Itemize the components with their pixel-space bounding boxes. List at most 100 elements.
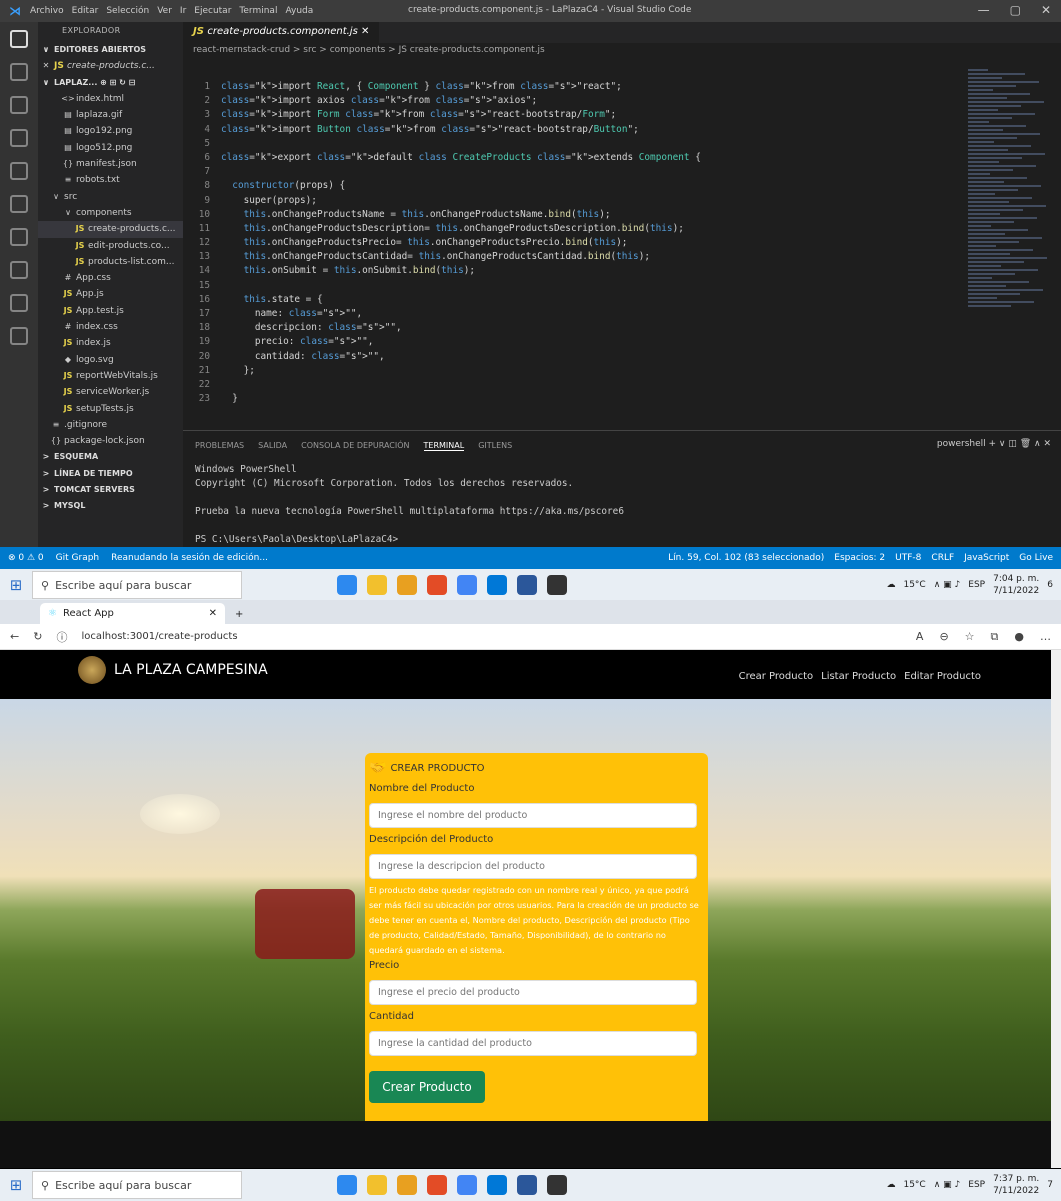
status-item[interactable]: UTF-8: [895, 553, 921, 563]
sidebar-section-mysql[interactable]: > MYSQL: [38, 498, 183, 514]
terminal-taskbar-icon[interactable]: [547, 1175, 567, 1195]
code-line[interactable]: 7: [183, 165, 958, 179]
vscode-taskbar-icon[interactable]: [487, 1175, 507, 1195]
file-tree-item[interactable]: ∨ components: [38, 205, 183, 221]
terminal-output[interactable]: Windows PowerShell Copyright (C) Microso…: [183, 461, 1061, 549]
file-tree-item[interactable]: JS reportWebVitals.js: [38, 368, 183, 384]
terminal-selector[interactable]: powershell + ∨ ◫ 🗑 ∧ ✕: [937, 439, 1051, 449]
sidebar-section-línea-de-tiempo[interactable]: > LÍNEA DE TIEMPO: [38, 466, 183, 482]
run-debug-icon[interactable]: [10, 129, 28, 147]
page-scrollbar[interactable]: [1051, 650, 1061, 1168]
panel-tab-terminal[interactable]: TERMINAL: [423, 441, 465, 451]
zoom-icon[interactable]: ⊖: [939, 630, 948, 644]
tray-icons[interactable]: ∧ ▣ ♪: [934, 1180, 961, 1190]
nav-link-crear-producto[interactable]: Crear Producto: [739, 671, 814, 682]
file-tree-item[interactable]: # index.css: [38, 319, 183, 335]
remote-explorer-icon[interactable]: [10, 195, 28, 213]
file-tree-item[interactable]: JS serviceWorker.js: [38, 384, 183, 400]
collections-icon[interactable]: ⧉: [991, 630, 999, 644]
favorite-icon[interactable]: ☆: [965, 630, 975, 644]
weather-icon[interactable]: ☁: [886, 580, 895, 590]
minimize-icon[interactable]: —: [978, 3, 990, 17]
product-description-input[interactable]: [369, 854, 697, 879]
code-line[interactable]: 18 descripcion: class="s">"",: [183, 321, 958, 335]
code-line[interactable]: 13 this.onChangeProductsCantidad= this.o…: [183, 250, 958, 264]
edge-icon[interactable]: [337, 1175, 357, 1195]
menu-item-terminal[interactable]: Terminal: [239, 6, 277, 16]
file-tree-item[interactable]: <>index.html: [38, 91, 183, 107]
file-tree-item[interactable]: ▤ laplaza.gif: [38, 107, 183, 123]
address-bar[interactable]: localhost:3001/create-products: [81, 631, 237, 642]
code-line[interactable]: 6 class="k">export class="k">default clas…: [183, 151, 958, 165]
panel-tab-salida[interactable]: SALIDA: [258, 441, 287, 451]
weather-icon[interactable]: ☁: [886, 1180, 895, 1190]
menu-item-selección[interactable]: Selección: [106, 6, 149, 16]
back-icon[interactable]: ←: [10, 630, 19, 643]
file-explorer-icon[interactable]: [367, 1175, 387, 1195]
file-tree-item[interactable]: ∨ src: [38, 189, 183, 205]
menu-item-ver[interactable]: Ver: [157, 6, 172, 16]
file-tree-item[interactable]: {} package-lock.json: [38, 433, 183, 449]
windows-start-icon[interactable]: ⊞: [0, 576, 32, 594]
file-explorer-icon[interactable]: [367, 575, 387, 595]
tab-create-products[interactable]: JS create-products.component.js ✕: [183, 22, 380, 43]
product-price-input[interactable]: [369, 980, 697, 1005]
read-aloud-icon[interactable]: A: [916, 630, 924, 644]
file-tree-item[interactable]: ≡ .gitignore: [38, 417, 183, 433]
clock[interactable]: 7:37 p. m. 7/11/2022: [993, 1173, 1039, 1197]
menu-item-ir[interactable]: Ir: [180, 6, 186, 16]
code-line[interactable]: 23 }: [183, 392, 958, 406]
word-icon[interactable]: [517, 575, 537, 595]
windows-start-icon[interactable]: ⊞: [0, 1176, 32, 1194]
code-line[interactable]: 14 this.onSubmit = this.onSubmit.bind(th…: [183, 264, 958, 278]
menu-item-ejecutar[interactable]: Ejecutar: [194, 6, 231, 16]
taskbar-search-input[interactable]: ⚲ Escribe aquí para buscar: [32, 571, 242, 599]
code-line[interactable]: 2 class="k">import axios class="k">from c…: [183, 94, 958, 108]
folder-icon[interactable]: [10, 327, 28, 345]
code-line[interactable]: 10 this.onChangeProductsName = this.onCh…: [183, 208, 958, 222]
explorer-icon[interactable]: [10, 30, 28, 48]
code-line[interactable]: 1 class="k">import React, { Component } c…: [183, 80, 958, 94]
taskbar-search-input[interactable]: ⚲ Escribe aquí para buscar: [32, 1171, 242, 1199]
nav-link-editar-producto[interactable]: Editar Producto: [904, 671, 981, 682]
sidebar-section-tomcat-servers[interactable]: > TOMCAT SERVERS: [38, 482, 183, 498]
code-line[interactable]: 19 precio: class="s">"",: [183, 335, 958, 349]
code-line[interactable]: 11 this.onChangeProductsDescription= thi…: [183, 222, 958, 236]
file-tree-item[interactable]: JS setupTests.js: [38, 401, 183, 417]
chrome-icon[interactable]: [457, 1175, 477, 1195]
file-tree-item[interactable]: ◆ logo.svg: [38, 352, 183, 368]
status-item[interactable]: ⊗ 0 ⚠ 0: [8, 553, 44, 563]
info-icon[interactable]: ⓘ: [56, 629, 67, 645]
store-icon[interactable]: [397, 575, 417, 595]
code-line[interactable]: 12 this.onChangeProductsPrecio= this.onC…: [183, 236, 958, 250]
panel-tab-gitlens[interactable]: GITLENS: [478, 441, 512, 451]
status-item[interactable]: Git Graph: [56, 553, 99, 563]
menu-item-archivo[interactable]: Archivo: [30, 6, 64, 16]
panel-tab-problemas[interactable]: PROBLEMAS: [195, 441, 244, 451]
create-product-button[interactable]: Crear Producto: [369, 1071, 485, 1103]
file-tree-item[interactable]: JS index.js: [38, 335, 183, 351]
reload-icon[interactable]: ↻: [33, 630, 42, 643]
file-tree-item[interactable]: ≡ robots.txt: [38, 172, 183, 188]
file-tree-item[interactable]: JS products-list.com...: [38, 254, 183, 270]
clock[interactable]: 7:04 p. m. 7/11/2022: [993, 573, 1039, 597]
tray-icons[interactable]: ∧ ▣ ♪: [934, 580, 961, 590]
terminal-taskbar-icon[interactable]: [547, 575, 567, 595]
status-item[interactable]: Lín. 59, Col. 102 (83 seleccionado): [668, 553, 824, 563]
product-name-input[interactable]: [369, 803, 697, 828]
office-icon[interactable]: [427, 1175, 447, 1195]
minimap[interactable]: [968, 67, 1058, 417]
menu-item-editar[interactable]: Editar: [72, 6, 99, 16]
sidebar-section-esquema[interactable]: > ESQUEMA: [38, 449, 183, 465]
file-tree-item[interactable]: JS create-products.c...: [38, 221, 183, 238]
code-line[interactable]: 22: [183, 378, 958, 392]
code-line[interactable]: 3 class="k">import Form class="k">from cl…: [183, 108, 958, 122]
new-tab-icon[interactable]: +: [225, 605, 253, 624]
status-item[interactable]: Espacios: 2: [834, 553, 885, 563]
browser-tab[interactable]: ⚛ React App ✕: [40, 603, 225, 624]
store-icon[interactable]: [397, 1175, 417, 1195]
extensions-icon[interactable]: [10, 162, 28, 180]
code-line[interactable]: 20 cantidad: class="s">"",: [183, 350, 958, 364]
database-icon[interactable]: [10, 294, 28, 312]
source-control-icon[interactable]: [10, 96, 28, 114]
